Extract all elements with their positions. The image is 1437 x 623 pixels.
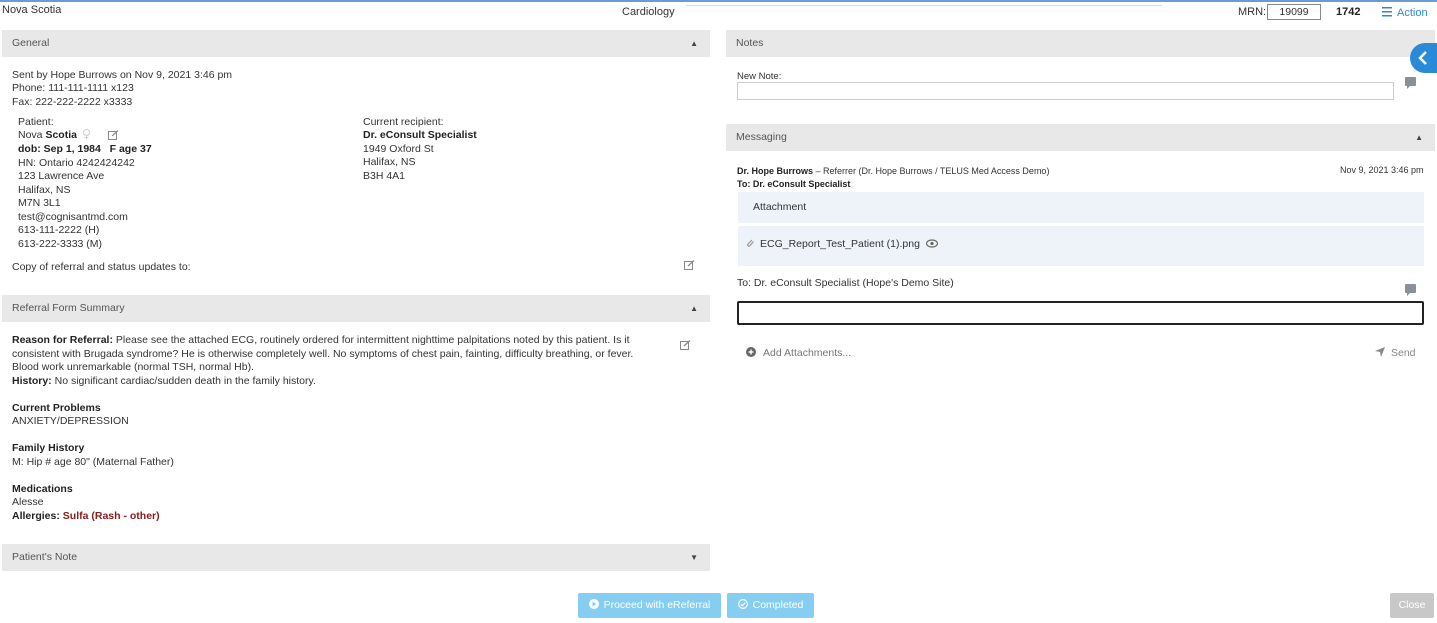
patient-postal: M7N 3L1 xyxy=(18,197,61,209)
message-icon[interactable] xyxy=(1405,284,1416,296)
reply-message-input[interactable] xyxy=(737,301,1424,325)
send-button[interactable]: Send xyxy=(1391,347,1416,360)
patient-name: Nova Scotia xyxy=(18,129,77,142)
reason-line-3: Blood work unremarkable (normal TSH, nor… xyxy=(12,361,254,373)
message-timestamp: Nov 9, 2021 3:46 pm xyxy=(1340,165,1424,175)
patient-label: Patient: xyxy=(18,116,54,128)
check-circle-icon xyxy=(737,594,748,610)
problems-text: ANXIETY/DEPRESSION xyxy=(12,415,129,427)
history-line: History: No significant cardiac/sudden d… xyxy=(12,375,316,388)
message-to: To: Dr. eConsult Specialist xyxy=(737,179,851,189)
header-patient-name: Nova Scotia xyxy=(2,4,62,16)
general-section-header[interactable]: General ▲ xyxy=(2,30,710,57)
eye-icon[interactable] xyxy=(925,239,939,248)
proceed-ereferral-button[interactable]: Proceed with eReferral xyxy=(578,593,721,618)
recipient-name: Dr. eConsult Specialist xyxy=(363,129,477,141)
add-attachments-button[interactable]: Add Attachments... xyxy=(763,347,851,360)
patient-address1: 123 Lawrence Ave xyxy=(18,170,105,182)
attachment-label: Attachment xyxy=(753,201,807,213)
attachment-file-row: ECG_Report_Test_Patient (1).png xyxy=(738,226,1424,266)
messaging-section-header[interactable]: Messaging ▲ xyxy=(726,124,1435,151)
expand-down-icon[interactable]: ▼ xyxy=(690,544,698,571)
patient-phone-home: 613-111-2222 (H) xyxy=(18,224,100,236)
patient-phone-mobile: 613-222-3333 (M) xyxy=(18,238,103,250)
close-button[interactable]: Close xyxy=(1390,593,1434,618)
general-header-label: General xyxy=(12,37,50,49)
reason-line-2: consistent with Brugada syndrome? He is … xyxy=(12,348,634,360)
patients-note-header-label: Patient's Note xyxy=(12,551,78,563)
allergies-label: Allergies: xyxy=(12,510,60,522)
recipient-address1: 1949 Oxford St xyxy=(363,143,434,155)
family-history-label: Family History xyxy=(12,442,85,454)
add-note-icon[interactable] xyxy=(1405,77,1416,89)
send-icon[interactable] xyxy=(1375,347,1385,357)
circle-arrow-icon xyxy=(588,594,599,609)
referral-section-header[interactable]: Referral Form Summary ▲ xyxy=(2,295,710,322)
attachment-file-link[interactable]: ECG_Report_Test_Patient (1).png xyxy=(760,238,920,251)
reply-recipient: To: Dr. eConsult Specialist (Hope's Demo… xyxy=(737,277,954,289)
proceed-label: Proceed with eReferral xyxy=(603,599,711,611)
notes-section-header[interactable]: Notes xyxy=(726,30,1435,57)
recipient-postal: B3H 4A1 xyxy=(363,170,406,182)
female-icon xyxy=(82,129,91,140)
action-menu-button[interactable]: Action xyxy=(1397,7,1428,20)
plus-circle-icon[interactable] xyxy=(746,347,756,357)
mrn-label: MRN: xyxy=(1238,6,1267,18)
patient-dob: dob: Sep 1, 1984 F age 37 xyxy=(18,143,152,156)
patient-address2: Halifax, NS xyxy=(18,184,71,196)
edit-patient-icon[interactable] xyxy=(108,130,119,141)
recipient-label: Current recipient: xyxy=(363,116,444,128)
patient-email: test@cognisantmd.com xyxy=(18,211,128,223)
collapse-up-icon[interactable]: ▲ xyxy=(1415,124,1423,151)
patient-last-name: Scotia xyxy=(45,129,77,141)
sex-age-text: F age 37 xyxy=(109,143,152,155)
collapse-up-icon[interactable]: ▲ xyxy=(690,30,698,57)
paperclip-icon xyxy=(745,238,755,248)
referral-header-label: Referral Form Summary xyxy=(12,302,125,314)
sender-role: – Referrer (Dr. Hope Burrows / TELUS Med… xyxy=(815,166,1050,176)
medications-label: Medications xyxy=(12,483,73,495)
hamburger-icon[interactable] xyxy=(1381,6,1393,17)
problems-label: Current Problems xyxy=(12,402,101,414)
copy-to-label: Copy of referral and status updates to: xyxy=(12,261,191,273)
reason-label: Reason for Referral: xyxy=(12,334,113,346)
completed-button[interactable]: Completed xyxy=(727,593,814,618)
recipient-address2: Halifax, NS xyxy=(363,156,416,168)
completed-label: Completed xyxy=(752,599,804,611)
edit-copy-icon[interactable] xyxy=(684,260,695,271)
header-divider xyxy=(686,5,1162,6)
patients-note-section-header[interactable]: Patient's Note ▼ xyxy=(2,544,710,571)
attachment-header-box: Attachment xyxy=(738,192,1424,223)
history-label: History: xyxy=(12,375,52,387)
dob-text: dob: Sep 1, 1984 xyxy=(18,143,101,155)
reason-line-1: Reason for Referral: Please see the atta… xyxy=(12,334,630,347)
mrn-input[interactable]: 19099 xyxy=(1267,4,1321,20)
referral-id: 1742 xyxy=(1336,6,1361,18)
message-sender: Dr. Hope Burrows – Referrer (Dr. Hope Bu… xyxy=(737,165,1049,178)
patient-first-name: Nova xyxy=(18,129,43,141)
history-text: No significant cardiac/sudden death in t… xyxy=(54,375,316,387)
sender-fax: Fax: 222-222-2222 x3333 xyxy=(12,96,133,108)
side-panel-toggle[interactable] xyxy=(1410,43,1437,73)
allergies-line: Allergies: Sulfa (Rash - other) xyxy=(12,510,160,523)
collapse-up-icon[interactable]: ▲ xyxy=(690,295,698,322)
notes-header-label: Notes xyxy=(736,37,764,49)
new-note-input[interactable] xyxy=(737,82,1394,100)
edit-referral-icon[interactable] xyxy=(680,340,691,351)
messaging-header-label: Messaging xyxy=(736,131,787,143)
sender-name: Dr. Hope Burrows xyxy=(737,166,814,176)
family-history-text: M: Hip # age 80" (Maternal Father) xyxy=(12,456,174,468)
reason-text-1: Please see the attached ECG, routinely o… xyxy=(115,334,630,346)
patient-hn: HN: Ontario 4242424242 xyxy=(18,157,135,169)
medications-text: Alesse xyxy=(12,496,44,508)
page-title: Cardiology xyxy=(622,6,675,18)
sender-phone: Phone: 111-111-1111 x123 xyxy=(12,82,134,94)
sent-by-text: Sent by Hope Burrows on Nov 9, 2021 3:46… xyxy=(12,69,233,81)
top-accent-line xyxy=(0,0,1437,2)
allergies-text: Sulfa (Rash - other) xyxy=(62,510,160,522)
